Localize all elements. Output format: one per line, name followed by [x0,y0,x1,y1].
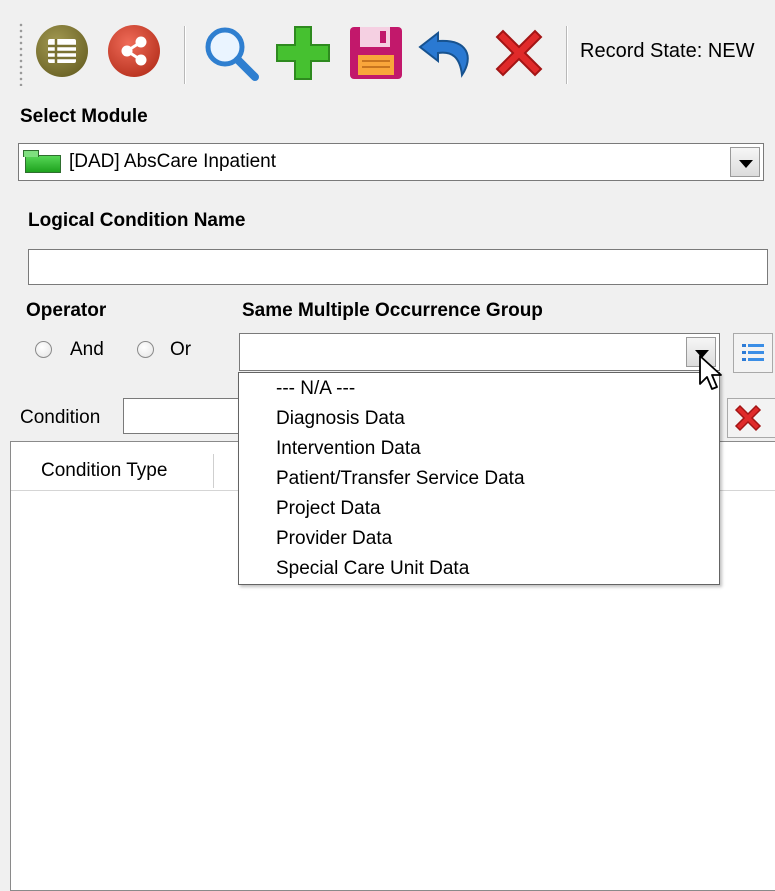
delete-icon [734,404,762,432]
occurrence-group-select[interactable] [239,333,720,371]
undo-icon[interactable] [418,23,474,79]
search-icon[interactable] [201,23,259,81]
toolbar-separator [184,26,185,84]
toolbar: Record State: NEW [0,0,775,96]
dropdown-option[interactable]: Patient/Transfer Service Data [276,468,525,490]
clear-condition-button[interactable] [727,398,775,438]
delete-icon[interactable] [489,23,545,79]
dropdown-option[interactable]: Intervention Data [276,438,421,460]
list-icon[interactable] [34,23,90,79]
share-icon[interactable] [106,23,162,79]
column-divider[interactable] [213,454,214,488]
toolbar-grip[interactable] [18,22,24,86]
operator-label: Operator [26,300,107,321]
operator-and-label[interactable]: And [70,339,104,361]
dropdown-option[interactable]: Special Care Unit Data [276,558,469,580]
operator-and-radio[interactable] [35,341,52,358]
occurrence-group-dropdown-list[interactable]: --- N/A --- Diagnosis Data Intervention … [238,372,720,585]
mouse-cursor-icon [699,355,722,390]
dropdown-option[interactable]: Project Data [276,498,381,520]
operator-or-label[interactable]: Or [170,339,191,361]
operator-or-radio[interactable] [137,341,154,358]
dropdown-option[interactable]: Diagnosis Data [276,408,405,430]
module-select[interactable]: [DAD] AbsCare Inpatient [18,143,764,181]
condition-label: Condition [20,407,101,428]
logical-condition-label: Logical Condition Name [28,210,246,231]
list-details-icon [742,344,764,361]
toolbar-separator [566,26,567,84]
column-header-condition-type[interactable]: Condition Type [41,460,167,482]
list-options-button[interactable] [733,333,773,373]
logical-condition-name-input[interactable] [28,249,768,285]
select-module-label: Select Module [20,106,148,127]
condition-input[interactable] [123,398,243,434]
record-state-label: Record State: NEW [580,40,755,62]
dropdown-option[interactable]: Provider Data [276,528,392,550]
chevron-down-icon[interactable] [730,147,760,177]
folder-icon [23,150,61,173]
occurrence-group-label: Same Multiple Occurrence Group [242,300,543,321]
module-select-value: [DAD] AbsCare Inpatient [69,151,276,172]
add-icon[interactable] [273,23,330,80]
dropdown-option[interactable]: --- N/A --- [276,378,355,400]
save-icon[interactable] [346,23,402,79]
